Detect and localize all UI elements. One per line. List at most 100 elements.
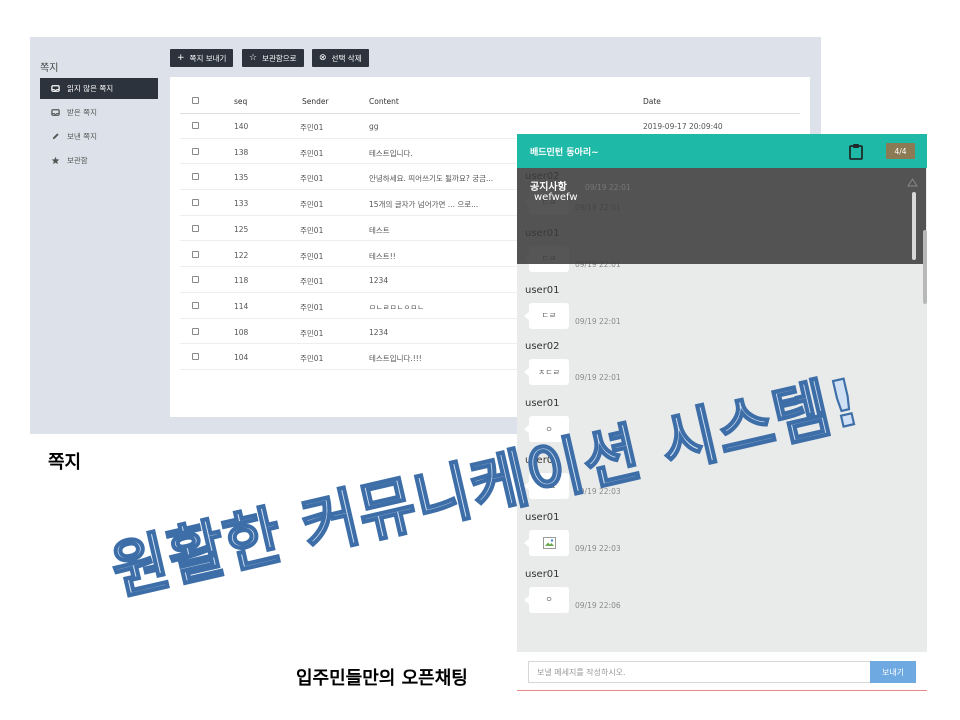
chat-bubble-text: ㅈㄷㄹ bbox=[537, 367, 561, 377]
chat-username: user02 bbox=[525, 341, 560, 353]
chat-username: user01 bbox=[525, 568, 560, 580]
column-header-seq: seq bbox=[234, 97, 248, 106]
cell-content[interactable]: 15개의 글자가 넘어가면 ... 으로... bbox=[369, 199, 478, 210]
chat-caption: 입주민들만의 오픈채팅 bbox=[296, 668, 468, 689]
chat-bubble-text: ㅇ bbox=[545, 595, 553, 605]
cell-sender: 주민01 bbox=[300, 200, 324, 210]
notice-title: 공지사항 bbox=[530, 182, 567, 193]
chat-bubble: ㅊㅍ bbox=[524, 473, 569, 499]
chat-bubble-text: ㅊㅍ bbox=[541, 481, 557, 491]
chat-bubble-text: ㅇ bbox=[545, 424, 553, 434]
row-checkbox[interactable] bbox=[192, 301, 199, 309]
cell-seq: 135 bbox=[234, 173, 249, 183]
cell-sender: 주민01 bbox=[300, 123, 324, 132]
chat-scrollbar[interactable] bbox=[923, 230, 927, 304]
sidebar-item-label: 받은 쪽지 bbox=[67, 108, 97, 117]
chat-username: user02 bbox=[525, 455, 560, 466]
pencil-icon bbox=[51, 132, 60, 141]
plus-icon: + bbox=[177, 52, 185, 63]
cell-content[interactable]: 안녕하세요. 띄어쓰기도 될까요? 궁금... bbox=[369, 173, 493, 184]
cell-seq: 118 bbox=[234, 276, 249, 286]
cell-content[interactable]: 테스트입니다.!!! bbox=[369, 353, 422, 364]
chat-username: user01 bbox=[525, 511, 560, 523]
chat-header: 배드민턴 동아리~ 4/4 bbox=[517, 134, 927, 168]
row-checkbox[interactable] bbox=[192, 224, 199, 232]
cell-content[interactable]: ㅁㄴㄹㅁㄴㅇㅁㄴ bbox=[369, 302, 424, 313]
slide: 쪽지 읽지 않은 쪽지 받은 쪽지 보낸 쪽지 보관함 + 쪽지 보내기 ☆ 보… bbox=[0, 0, 960, 720]
cell-date: 2019-09-17 20:09:40 bbox=[643, 122, 723, 131]
cell-seq: 108 bbox=[234, 327, 249, 337]
row-checkbox[interactable] bbox=[192, 147, 199, 155]
send-button[interactable]: 보내기 bbox=[870, 661, 916, 683]
sidebar-item-sent[interactable]: 보낸 쪽지 bbox=[40, 126, 158, 147]
notice-time: 09/19 22:01 bbox=[585, 183, 631, 192]
cell-sender: 주민01 bbox=[300, 174, 324, 184]
chat-bubble-text: ㄷㄹ bbox=[541, 311, 557, 321]
sidebar-item-received[interactable]: 받은 쪽지 bbox=[40, 102, 158, 123]
inbox-icon bbox=[51, 84, 60, 93]
chat-bubble: ㅇ bbox=[524, 586, 569, 613]
triangle-up-icon[interactable] bbox=[907, 178, 918, 187]
cell-seq: 133 bbox=[234, 199, 249, 209]
row-checkbox[interactable] bbox=[192, 327, 199, 335]
cell-sender: 주민01 bbox=[300, 148, 324, 158]
chat-timestamp: 09/19 22:06 bbox=[575, 600, 621, 610]
move-to-archive-button[interactable]: ☆ 보관함으로 bbox=[242, 49, 304, 67]
chat-username: user01 bbox=[525, 284, 560, 296]
chat-bubble bbox=[524, 529, 569, 556]
column-header-content: Content bbox=[369, 97, 399, 106]
member-count-badge: 4/4 bbox=[886, 143, 915, 159]
sidebar-item-label: 읽지 않은 쪽지 bbox=[67, 84, 114, 93]
chat-bubble: ㅈㄷㄹ bbox=[524, 359, 569, 386]
cell-sender: 주민01 bbox=[300, 225, 324, 235]
chat-timestamp: 09/19 22:03 bbox=[575, 487, 621, 496]
row-checkbox[interactable] bbox=[192, 353, 199, 361]
row-checkbox[interactable] bbox=[192, 199, 199, 207]
notice-scrollbar[interactable] bbox=[912, 192, 916, 260]
inbox-icon bbox=[51, 108, 60, 117]
cell-seq: 114 bbox=[234, 301, 249, 311]
cell-content[interactable]: 1234 bbox=[369, 276, 388, 285]
sidebar-item-label: 보낸 쪽지 bbox=[67, 132, 97, 141]
send-message-button[interactable]: + 쪽지 보내기 bbox=[170, 49, 234, 67]
cell-sender: 주민01 bbox=[300, 251, 324, 261]
select-all-checkbox[interactable] bbox=[192, 97, 199, 104]
table-header-row: seq Sender Content Date bbox=[180, 88, 800, 114]
chat-timestamp: 09/19 22:01 bbox=[575, 373, 621, 383]
cell-content[interactable]: 테스트!! bbox=[369, 251, 396, 262]
sidebar-item-label: 보관함 bbox=[67, 156, 88, 165]
clipboard-icon[interactable] bbox=[848, 143, 864, 160]
chat-timestamp: 09/19 22:03 bbox=[575, 543, 621, 553]
star-outline-icon: ☆ bbox=[249, 52, 258, 63]
row-checkbox[interactable] bbox=[192, 173, 199, 181]
row-checkbox[interactable] bbox=[192, 276, 199, 284]
chat-bubble: ㅇ bbox=[524, 416, 569, 443]
cell-content[interactable]: 1234 bbox=[369, 328, 388, 337]
cell-content[interactable]: 테스트입니다. bbox=[369, 148, 413, 159]
send-message-label: 쪽지 보내기 bbox=[189, 53, 227, 63]
messages-caption: 쪽지 bbox=[48, 452, 82, 473]
row-checkbox[interactable] bbox=[192, 122, 199, 129]
delete-selected-button[interactable]: ⊗ 선택 삭제 bbox=[312, 49, 369, 67]
cell-content[interactable]: 테스트 bbox=[369, 225, 390, 236]
chat-bubble: ㄷㄹ bbox=[524, 302, 569, 329]
remove-circle-icon: ⊗ bbox=[319, 52, 327, 63]
chat-username: user01 bbox=[525, 398, 560, 410]
cell-content[interactable]: gg bbox=[369, 122, 379, 131]
column-header-sender: Sender bbox=[302, 97, 329, 106]
cell-sender: 주민01 bbox=[300, 354, 324, 364]
chat-room-name: 배드민턴 동아리~ bbox=[530, 148, 599, 158]
row-checkbox[interactable] bbox=[192, 250, 199, 258]
cell-seq: 122 bbox=[234, 250, 249, 260]
cell-seq: 138 bbox=[234, 147, 249, 157]
chat-message-input[interactable] bbox=[528, 661, 871, 683]
open-chat-screenshot: 배드민턴 동아리~ 4/4 user02ㄷㄹ09/19 22:01user01ㄷ… bbox=[517, 134, 927, 691]
chat-timestamp: 09/19 22:01 bbox=[575, 316, 621, 326]
column-header-date: Date bbox=[643, 97, 661, 106]
broken-image-icon bbox=[542, 536, 556, 549]
sidebar-item-unread[interactable]: 읽지 않은 쪽지 bbox=[40, 78, 158, 99]
cell-seq: 140 bbox=[234, 122, 249, 131]
sidebar-item-archive[interactable]: 보관함 bbox=[40, 150, 158, 171]
cell-sender: 주민01 bbox=[300, 302, 324, 312]
notice-panel[interactable]: 공지사항 wefwefw 09/19 22:01 bbox=[517, 168, 926, 264]
